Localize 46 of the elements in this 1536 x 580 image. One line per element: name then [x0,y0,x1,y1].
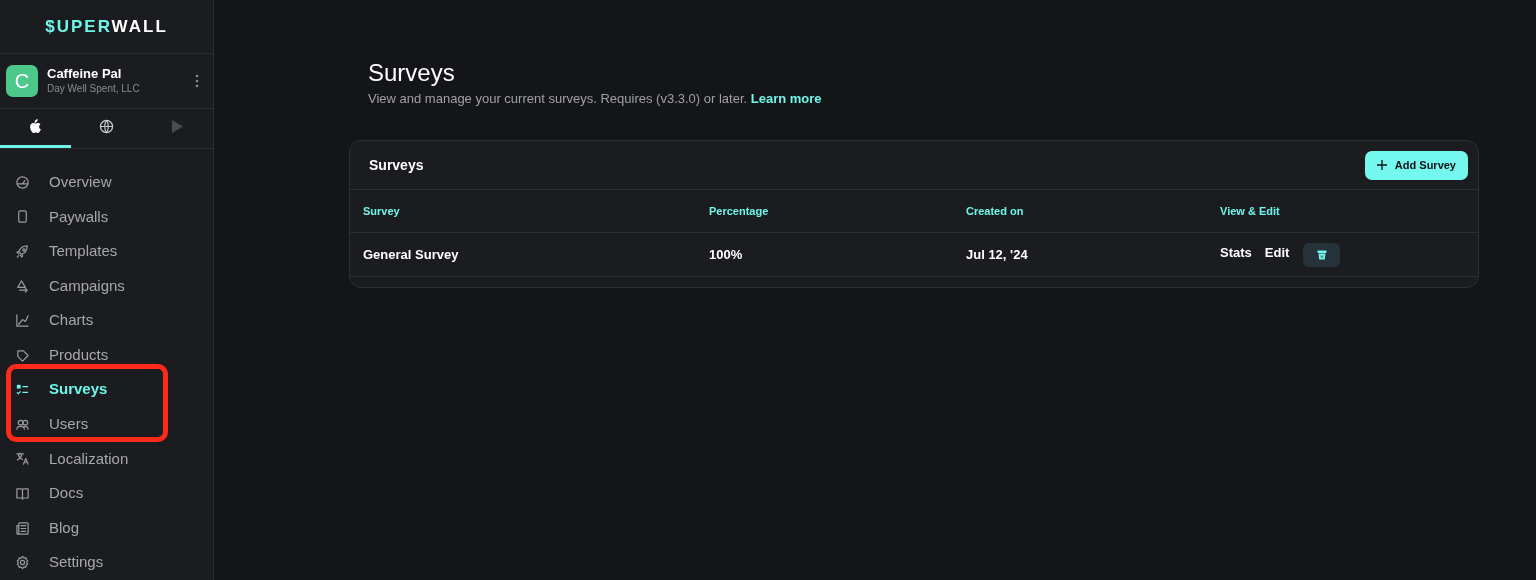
action-link[interactable]: Stats [1220,242,1252,263]
nav-item[interactable]: Campaigns [0,268,213,304]
play-icon [170,119,185,135]
table-cell-text: General Survey [363,245,460,264]
page-description: View and manage your current surveys. Requires (v3.3.0) or later. [368,91,748,106]
nav-item[interactable]: Blog [0,510,213,546]
book-icon [15,486,30,501]
chart-icon [15,313,30,329]
column-header: Created on [966,203,1025,219]
phone-icon [15,209,30,225]
table-cell-text: 100% [709,245,744,264]
column-header: Percentage [709,203,770,219]
more-icon[interactable] [195,73,199,88]
column-header: View & Edit [1220,203,1281,219]
nav-item[interactable]: Users [0,407,213,442]
rocket-icon [15,243,30,259]
page-title: Surveys [368,58,456,88]
column-header: Survey [363,203,401,219]
table-cell-text: Jul 12, '24 [966,245,1029,264]
gauge-icon [15,174,30,190]
nav-item[interactable]: Docs [0,476,213,511]
workspace-avatar: C [6,64,38,97]
newspaper-icon [15,520,30,536]
nav-item[interactable]: Paywalls [0,199,213,235]
nav-item[interactable]: Products [0,337,213,373]
nav-item[interactable]: Charts [0,303,213,338]
nav-item[interactable]: Surveys [0,372,213,408]
tag-icon [15,347,30,363]
gear-icon [15,555,30,571]
apple-icon [28,119,43,135]
workspace-company: Day Well Spent, LLC [47,81,141,96]
logo[interactable]: $UPERWALL [45,13,168,40]
learn-more-link[interactable]: Learn more [750,91,822,106]
plus-icon [1376,160,1387,170]
translate-icon [15,451,30,467]
card-title: Surveys [369,155,424,175]
add-survey-button[interactable]: Add Survey [1364,150,1468,180]
action-link[interactable]: Edit [1264,242,1290,263]
globe-icon [99,119,114,135]
nav-item[interactable]: Templates [0,234,213,269]
workspace-name: Caffeine Pal [47,65,123,82]
nav-item[interactable]: Localization [0,441,213,477]
nav-item[interactable]: Overview [0,164,213,200]
delete-button[interactable] [1303,242,1341,267]
nav-item[interactable]: Settings [0,545,213,580]
trash-icon [1316,249,1327,260]
